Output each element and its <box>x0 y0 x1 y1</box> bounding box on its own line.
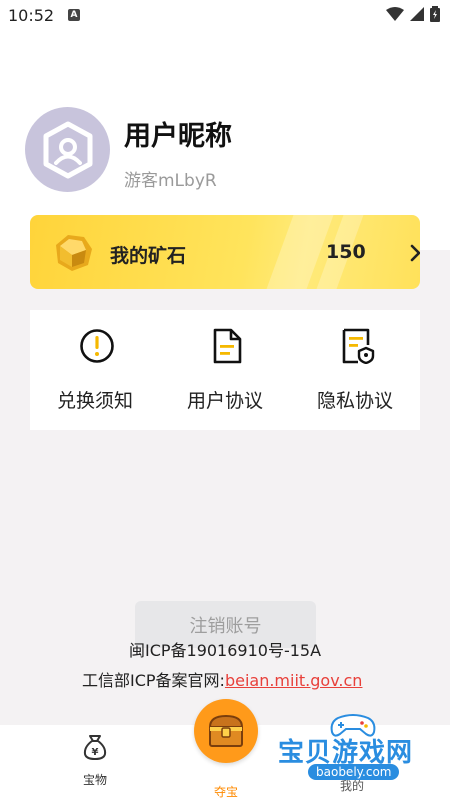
icp-site-label: 工信部ICP备案官网: <box>82 671 225 690</box>
status-indicators <box>386 6 440 22</box>
menu-item-label: 兑换须知 <box>56 390 133 412</box>
notification-icon: A <box>68 9 80 21</box>
chevron-right-icon <box>410 244 420 262</box>
menu-item-privacy-agreement[interactable]: 隐私协议 <box>290 310 420 430</box>
document-icon <box>213 328 242 364</box>
menu-item-user-agreement[interactable]: 用户协议 <box>160 310 290 430</box>
wifi-icon <box>386 7 404 21</box>
avatar[interactable] <box>25 107 110 192</box>
icp-number: 闽ICP备19016910号-15A <box>128 641 322 660</box>
menu-item-label: 隐私协议 <box>316 390 393 412</box>
money-bag-icon: ¥ <box>83 735 107 760</box>
signal-icon <box>410 7 424 21</box>
status-time: 10:52 <box>8 6 55 25</box>
menu-item-exchange-notice[interactable]: 兑换须知 <box>30 310 160 430</box>
svg-text:¥: ¥ <box>92 747 99 758</box>
watermark-url: baobely.com <box>308 764 400 780</box>
exclamation-circle-icon <box>80 329 114 363</box>
menu-card: 兑换须知 用户协议 隐私协议 <box>30 310 420 430</box>
gold-ore-icon <box>56 235 92 271</box>
icp-site-line: 工信部ICP备案官网:beian.miit.gov.cn <box>82 667 362 691</box>
battery-icon <box>430 6 440 22</box>
status-bar: 10:52 A <box>0 0 450 32</box>
nav-label: 夺宝 <box>213 785 238 799</box>
nav-label: 宝物 <box>82 773 107 787</box>
guest-id: 游客mLbyR <box>124 171 217 191</box>
nav-tab-treasure[interactable]: ¥ 宝物 <box>70 733 120 788</box>
privacy-document-icon <box>342 328 375 364</box>
watermark-logo: 宝贝游戏网 baobely.com <box>278 712 428 782</box>
ore-label: 我的矿石 <box>110 245 187 267</box>
snatch-button[interactable] <box>194 699 258 763</box>
user-avatar-icon <box>43 121 92 178</box>
nav-tab-snatch[interactable]: 夺宝 <box>193 699 259 800</box>
my-ore-card[interactable]: 我的矿石 150 <box>30 215 420 289</box>
ore-count: 150 <box>326 241 366 263</box>
icp-site-link[interactable]: beian.miit.gov.cn <box>225 671 363 690</box>
nickname: 用户昵称 <box>124 121 232 152</box>
menu-item-label: 用户协议 <box>186 390 263 412</box>
treasure-chest-icon <box>208 714 244 747</box>
